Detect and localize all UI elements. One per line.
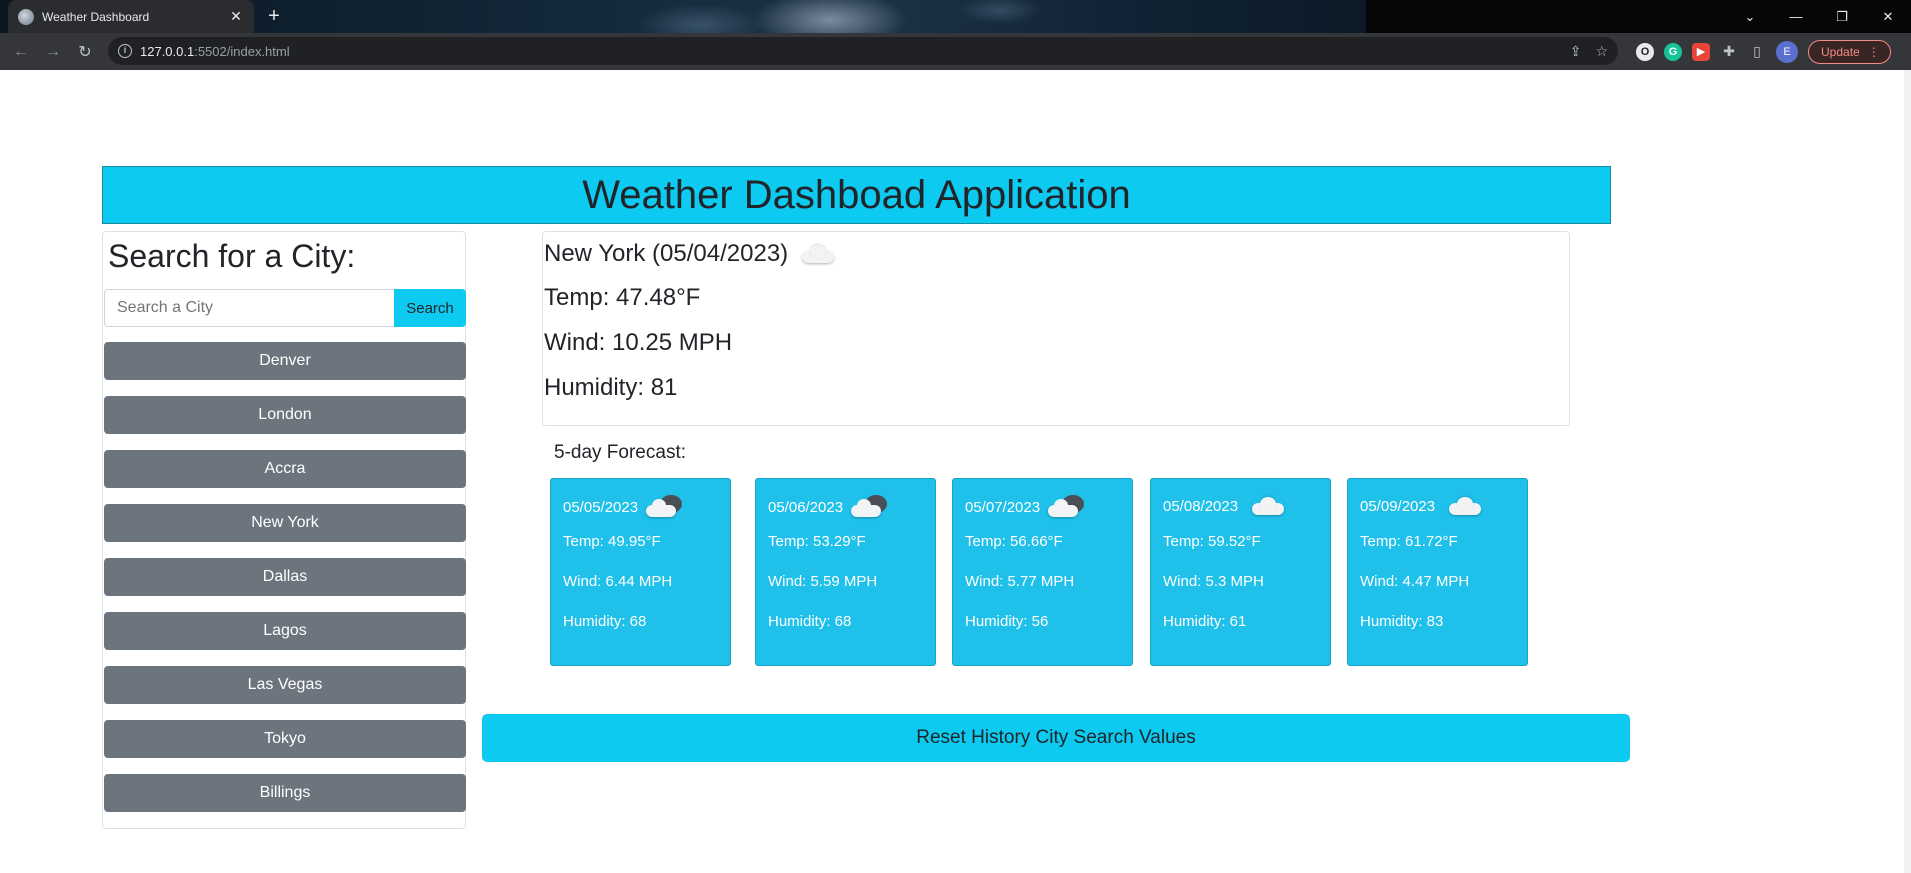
forecast-wind: Wind: 6.44 MPH — [563, 573, 673, 590]
close-window-icon[interactable]: ✕ — [1865, 0, 1911, 33]
address-bar[interactable]: i 127.0.0.1:5502/index.html ⇪ ☆ — [108, 37, 1618, 65]
url-host: 127.0.0.1 — [140, 43, 195, 59]
forecast-date: 05/09/2023 — [1360, 497, 1436, 515]
forecast-date: 05/05/2023 — [563, 498, 639, 516]
cloud-icon — [800, 243, 836, 265]
cloud-icon — [1447, 495, 1483, 517]
grammarly-icon[interactable]: G — [1664, 42, 1682, 61]
favicon-icon — [18, 8, 34, 25]
history-city-button[interactable]: London — [104, 396, 466, 434]
kebab-menu-icon: ⋮ — [1867, 44, 1880, 59]
partly-cloudy-icon — [644, 495, 684, 519]
forecast-temp: Temp: 56.66°F — [965, 533, 1063, 550]
forward-icon[interactable]: → — [40, 39, 66, 65]
app-header: Weather Dashboad Application — [102, 166, 1611, 224]
extensions-puzzle-icon[interactable]: ✚ — [1720, 43, 1738, 61]
forecast-date: 05/08/2023 — [1163, 497, 1239, 515]
history-city-button[interactable]: Billings — [104, 774, 466, 812]
history-city-button[interactable]: New York — [104, 504, 466, 542]
restore-icon[interactable]: ❐ — [1819, 0, 1865, 33]
close-tab-icon[interactable]: ✕ — [228, 8, 244, 25]
side-panel-icon[interactable]: ▯ — [1748, 43, 1766, 61]
history-city-button[interactable]: Accra — [104, 450, 466, 488]
forecast-humidity: Humidity: 83 — [1360, 613, 1444, 630]
tab-search-icon[interactable]: ⌄ — [1727, 0, 1773, 33]
forecast-card: 05/06/2023 Temp: 53.29°F Wind: 5.59 MPH … — [755, 478, 936, 666]
new-tab-icon[interactable]: + — [262, 5, 286, 29]
history-city-button[interactable]: Tokyo — [104, 720, 466, 758]
forecast-humidity: Humidity: 61 — [1163, 613, 1247, 630]
current-humidity: Humidity: 81 — [544, 374, 678, 401]
forecast-wind: Wind: 5.3 MPH — [1163, 573, 1264, 590]
history-city-button[interactable]: Lagos — [104, 612, 466, 650]
reset-history-button[interactable]: Reset History City Search Values — [482, 714, 1630, 762]
search-input[interactable] — [104, 289, 395, 327]
profile-avatar[interactable]: E — [1776, 40, 1798, 63]
forecast-temp: Temp: 49.95°F — [563, 533, 661, 550]
url-path: :5502/index.html — [194, 43, 290, 59]
forecast-humidity: Humidity: 56 — [965, 613, 1049, 630]
forecast-wind: Wind: 5.59 MPH — [768, 573, 878, 590]
search-button[interactable]: Search — [394, 289, 466, 327]
history-city-button[interactable]: Las Vegas — [104, 666, 466, 704]
forecast-card: 05/09/2023 Temp: 61.72°F Wind: 4.47 MPH … — [1347, 478, 1528, 666]
page-title: Weather Dashboad Application — [582, 172, 1131, 217]
page-scrollbar[interactable] — [1904, 70, 1911, 873]
bookmark-star-icon[interactable]: ☆ — [1595, 43, 1608, 60]
browser-chrome: Weather Dashboard ✕ + ⌄ — ❐ ✕ ← → ↻ i 12… — [0, 0, 1911, 70]
browser-toolbar: ← → ↻ i 127.0.0.1:5502/index.html ⇪ ☆ O … — [0, 33, 1911, 70]
site-info-icon[interactable]: i — [118, 44, 132, 58]
partly-cloudy-icon — [1046, 495, 1086, 519]
forecast-card: 05/08/2023 Temp: 59.52°F Wind: 5.3 MPH H… — [1150, 478, 1331, 666]
forecast-wind: Wind: 4.47 MPH — [1360, 573, 1470, 590]
forecast-title: 5-day Forecast: — [554, 442, 686, 463]
reload-icon[interactable]: ↻ — [72, 39, 98, 65]
history-city-button[interactable]: Dallas — [104, 558, 466, 596]
extension-o-icon[interactable]: O — [1636, 42, 1654, 61]
history-city-button[interactable]: Denver — [104, 342, 466, 380]
forecast-humidity: Humidity: 68 — [768, 613, 852, 630]
forecast-date: 05/06/2023 — [768, 498, 844, 516]
update-button[interactable]: Update ⋮ — [1808, 39, 1891, 64]
forecast-date: 05/07/2023 — [965, 498, 1041, 516]
current-wind: Wind: 10.25 MPH — [544, 329, 733, 356]
forecast-humidity: Humidity: 68 — [563, 613, 647, 630]
forecast-card: 05/05/2023 Temp: 49.95°F Wind: 6.44 MPH … — [550, 478, 731, 666]
update-label: Update — [1821, 44, 1860, 59]
current-heading: New York (05/04/2023) — [544, 240, 789, 267]
extension-red-icon[interactable]: ▶ — [1692, 42, 1710, 61]
current-weather-card: New York (05/04/2023) Temp: 47.48°F Wind… — [542, 231, 1570, 426]
partly-cloudy-icon — [849, 495, 889, 519]
cloud-icon — [1250, 495, 1286, 517]
minimize-icon[interactable]: — — [1773, 0, 1819, 33]
current-temp: Temp: 47.48°F — [544, 284, 701, 311]
back-icon[interactable]: ← — [8, 39, 34, 65]
search-title: Search for a City: — [108, 238, 356, 274]
forecast-card: 05/07/2023 Temp: 56.66°F Wind: 5.77 MPH … — [952, 478, 1133, 666]
browser-tab[interactable]: Weather Dashboard ✕ — [8, 0, 254, 33]
forecast-temp: Temp: 61.72°F — [1360, 533, 1458, 550]
tab-strip: Weather Dashboard ✕ + ⌄ — ❐ ✕ — [0, 0, 1911, 33]
search-panel: Search for a City: Search Denver London … — [102, 231, 466, 829]
forecast-temp: Temp: 59.52°F — [1163, 533, 1261, 550]
forecast-wind: Wind: 5.77 MPH — [965, 573, 1075, 590]
tab-title: Weather Dashboard — [42, 9, 150, 24]
current-heading-row: New York (05/04/2023) — [544, 240, 836, 268]
forecast-temp: Temp: 53.29°F — [768, 533, 866, 550]
share-icon[interactable]: ⇪ — [1570, 43, 1582, 60]
page: Weather Dashboad Application Search for … — [0, 70, 1904, 873]
